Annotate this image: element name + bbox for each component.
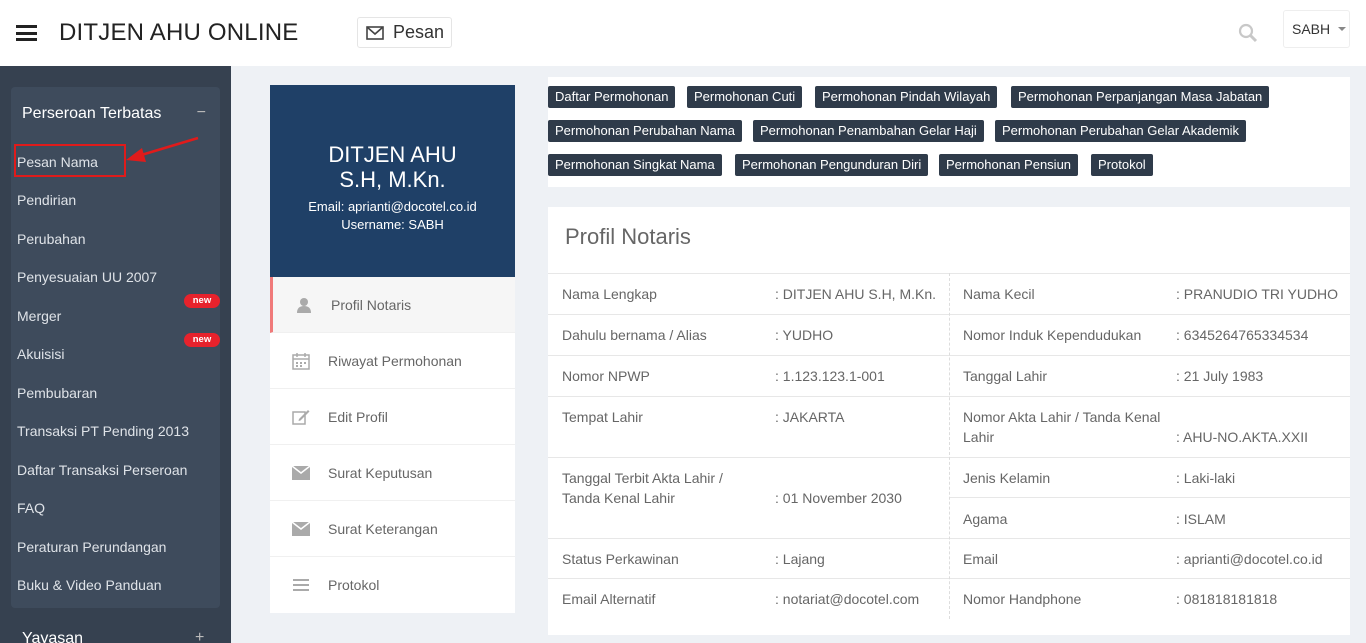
profile-menu-surat-keputusan[interactable]: Surat Keputusan: [270, 445, 515, 501]
field-value: : YUDHO: [775, 327, 834, 343]
profile-menu-protokol[interactable]: Protokol: [270, 557, 515, 613]
field-label: Tanggal Lahir: [963, 368, 1048, 384]
tag-pengunduran-diri[interactable]: Permohonan Pengunduran Diri: [735, 154, 929, 176]
tag-perpanjangan-masa-jabatan[interactable]: Permohonan Perpanjangan Masa Jabatan: [1011, 86, 1270, 108]
annotation-highlight-box: [14, 144, 126, 177]
field-label: Dahulu bernama / Alias: [562, 327, 707, 343]
profile-name-line2: S.H, M.Kn.: [339, 167, 446, 192]
sidebar-item-peraturan[interactable]: Peraturan Perundangan: [17, 539, 166, 555]
sidebar-section-title[interactable]: Perseroan Terbatas: [22, 105, 161, 123]
sidebar-item-penyesuaian[interactable]: Penyesuaian UU 2007: [17, 269, 157, 285]
tag-daftar-permohonan[interactable]: Daftar Permohonan: [548, 86, 676, 108]
edit-icon: [290, 408, 312, 426]
section-title: Profil Notaris: [565, 224, 691, 249]
profile-name: DITJEN AHU S.H, M.Kn.: [270, 142, 515, 192]
field-value: : PRANUDIO TRI YUDHO: [1176, 286, 1339, 302]
profile-card: DITJEN AHU S.H, M.Kn. Email: aprianti@do…: [270, 85, 515, 277]
profile-menu-label: Profil Notaris: [331, 296, 412, 313]
profile-menu-surat-keterangan[interactable]: Surat Keterangan: [270, 501, 515, 557]
field-label: Jenis Kelamin: [963, 470, 1051, 486]
user-label: SABH: [1292, 21, 1331, 37]
field-value: : 21 July 1983: [1176, 368, 1264, 384]
field-label: Tanggal Terbit Akta Lahir / Tanda Kenal …: [562, 470, 723, 506]
field-label: Agama: [963, 511, 1008, 527]
field-value: : aprianti@docotel.co.id: [1176, 551, 1323, 567]
field-value: : 081818181818: [1176, 591, 1278, 607]
tag-perubahan-gelar-akademik[interactable]: Permohonan Perubahan Gelar Akademik: [995, 120, 1247, 142]
field-label: Nomor NPWP: [562, 368, 650, 384]
field-value: : Laki-laki: [1176, 470, 1236, 486]
tag-protokol[interactable]: Protokol: [1091, 154, 1153, 176]
sidebar-item-transaksi-pending[interactable]: Transaksi PT Pending 2013: [17, 423, 189, 439]
sidebar-item-pendirian[interactable]: Pendirian: [17, 192, 76, 208]
new-badge: new: [184, 294, 220, 308]
expand-icon[interactable]: +: [195, 629, 204, 643]
collapse-icon[interactable]: −: [197, 104, 206, 122]
field-label: Email Alternatif: [562, 591, 656, 607]
tag-pindah-wilayah[interactable]: Permohonan Pindah Wilayah: [815, 86, 998, 108]
profile-name-line1: DITJEN AHU: [328, 142, 457, 167]
brand-title: DITJEN AHU ONLINE: [59, 19, 299, 46]
field-label: Nomor Induk Kependudukan: [963, 327, 1142, 343]
field-label: Tempat Lahir: [562, 409, 643, 425]
field-value: : AHU-NO.AKTA.XXII: [1176, 429, 1308, 445]
tag-penambahan-gelar-haji[interactable]: Permohonan Penambahan Gelar Haji: [753, 120, 984, 142]
envelope-icon: [290, 464, 312, 482]
field-label: Nama Lengkap: [562, 286, 657, 302]
profile-username: Username: SABH: [341, 217, 444, 232]
profile-menu-edit[interactable]: Edit Profil: [270, 389, 515, 445]
sidebar-section-yayasan[interactable]: Yayasan: [22, 630, 83, 643]
tag-pensiun[interactable]: Permohonan Pensiun: [939, 154, 1079, 176]
sidebar-item-daftar-transaksi[interactable]: Daftar Transaksi Perseroan: [17, 462, 187, 478]
field-label: Status Perkawinan: [562, 551, 679, 567]
user-icon: [293, 296, 315, 314]
annotation-arrow-icon: [126, 136, 199, 162]
sidebar-item-merger[interactable]: Merger: [17, 308, 61, 324]
profile-email: Email: aprianti@docotel.co.id: [308, 199, 477, 214]
field-value: : 01 November 2030: [775, 490, 902, 506]
tag-singkat-nama[interactable]: Permohonan Singkat Nama: [548, 154, 722, 176]
sidebar-item-faq[interactable]: FAQ: [17, 500, 45, 516]
profile-menu-riwayat[interactable]: Riwayat Permohonan: [270, 333, 515, 389]
profile-menu-label: Protokol: [328, 577, 380, 593]
search-icon[interactable]: [1237, 22, 1259, 44]
profile-menu-profil[interactable]: Profil Notaris: [270, 277, 515, 333]
field-value: : DITJEN AHU S.H, M.Kn.: [775, 286, 937, 302]
pesan-button[interactable]: Pesan: [357, 17, 452, 48]
field-value: : notariat@docotel.com: [775, 591, 920, 607]
top-header: DITJEN AHU ONLINE Pesan SABH: [0, 0, 1366, 66]
field-label: Nomor Handphone: [963, 591, 1082, 607]
sidebar-item-pembubaran[interactable]: Pembubaran: [17, 385, 97, 401]
profile-menu: Profil Notaris Riwayat Permohonan Edit P…: [270, 277, 515, 613]
field-value: : ISLAM: [1176, 511, 1226, 527]
envelope-icon: [290, 520, 312, 538]
field-value: : JAKARTA: [775, 409, 845, 425]
profile-menu-label: Riwayat Permohonan: [328, 352, 462, 369]
new-badge: new: [184, 333, 220, 347]
pesan-label: Pesan: [393, 22, 445, 42]
column-divider: [949, 273, 950, 619]
caret-down-icon: [1338, 27, 1347, 31]
envelope-icon: [366, 25, 384, 40]
field-label: Nomor Akta Lahir / Tanda Kenal Lahir: [963, 409, 1161, 445]
field-value: : 6345264765334534: [1176, 327, 1309, 343]
sidebar-item-perubahan[interactable]: Perubahan: [17, 231, 86, 247]
tag-perubahan-nama[interactable]: Permohonan Perubahan Nama: [548, 120, 742, 142]
user-menu-button[interactable]: SABH: [1283, 10, 1350, 48]
tag-permohonan-cuti[interactable]: Permohonan Cuti: [687, 86, 803, 108]
menu-toggle-icon[interactable]: [16, 25, 37, 41]
calendar-icon: [290, 352, 312, 370]
field-value: : 1.123.123.1-001: [775, 368, 885, 384]
list-icon: [290, 576, 312, 594]
sidebar-item-akuisisi[interactable]: Akuisisi: [17, 346, 64, 362]
field-value: : Lajang: [775, 551, 825, 567]
profile-menu-label: Surat Keputusan: [328, 464, 433, 481]
field-label: Email: [963, 551, 999, 567]
sidebar-item-buku-panduan[interactable]: Buku & Video Panduan: [17, 577, 162, 593]
profile-menu-label: Surat Keterangan: [328, 520, 438, 537]
divider: [949, 497, 1350, 498]
profile-menu-label: Edit Profil: [328, 408, 388, 425]
field-label: Nama Kecil: [963, 286, 1035, 302]
